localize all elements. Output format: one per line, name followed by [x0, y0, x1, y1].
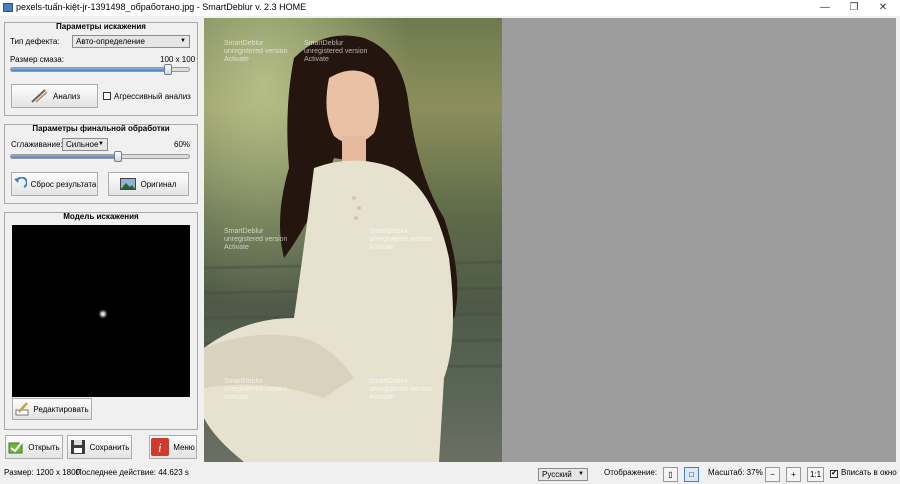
fit-window-label: Вписать в окно [841, 468, 897, 477]
display-label: Отображение: [604, 468, 658, 477]
window-title: pexels-tuấn-kiệt-jr-1391498_обработано.j… [16, 2, 307, 12]
split-view-icon[interactable]: □ [684, 467, 699, 482]
chevron-down-icon: ▼ [180, 38, 186, 44]
final-processing-title: Параметры финальной обработки [32, 124, 170, 133]
open-folder-icon [8, 441, 24, 454]
smoothing-slider-thumb[interactable] [114, 151, 122, 162]
watermark-action: Activate [224, 244, 249, 251]
canvas-background [502, 18, 896, 462]
zoom-label: Масштаб: 37% [708, 468, 763, 477]
smoothing-label: Сглаживание: [11, 140, 63, 149]
original-button[interactable]: Оригинал [108, 172, 189, 196]
language-select[interactable]: Русский ▼ [538, 468, 588, 481]
zoom-in-icon[interactable]: + [786, 467, 801, 482]
app-icon [3, 3, 13, 12]
smoothing-value: Сильное [66, 140, 99, 149]
last-action-text: Последнее действие: 44.623 s [76, 468, 189, 477]
watermark-subtext: unregistered version [224, 386, 288, 393]
aggressive-analysis-checkbox[interactable] [103, 92, 111, 100]
image-icon [120, 178, 137, 190]
edit-button[interactable]: Редактировать [12, 398, 92, 420]
save-button[interactable]: Сохранить [67, 435, 132, 459]
watermark-action: Activate [369, 244, 394, 251]
watermark-subtext: unregistered version [369, 386, 433, 393]
chevron-down-icon: ▼ [578, 471, 584, 477]
watermark-action: Activate [224, 394, 249, 401]
watermark-brand: SmartDeblur [224, 228, 264, 235]
menu-button[interactable]: i Меню [149, 435, 197, 459]
zoom-out-icon[interactable]: − [765, 467, 780, 482]
watermark: SmartDeblur unregistered version Activat… [224, 228, 287, 252]
title-bar: pexels-tuấn-kiệt-jr-1391498_обработано.j… [0, 0, 900, 16]
smoothing-percent: 60% [174, 140, 191, 149]
info-icon: i [151, 438, 170, 456]
watermark: SmartDeblur unregistered version Activat… [224, 40, 287, 64]
fit-window-checkbox[interactable]: ✔ [830, 470, 838, 478]
original-label: Оригинал [140, 179, 177, 189]
watermark: SmartDeblur unregistered version Activat… [304, 40, 367, 64]
reset-result-button[interactable]: Сброс результата [11, 172, 98, 196]
chevron-down-icon: ▼ [98, 141, 104, 147]
reset-result-label: Сброс результата [30, 179, 97, 189]
language-value: Русский [542, 470, 572, 479]
watermark-brand: SmartDeblur [304, 40, 344, 47]
distortion-model-title: Модель искажения [63, 212, 139, 221]
edit-button-label: Редактировать [33, 404, 89, 414]
open-button[interactable]: Открыть [5, 435, 63, 459]
watermark-action: Activate [304, 56, 329, 63]
watermark-subtext: unregistered version [304, 48, 368, 55]
watermark-brand: SmartDeblur [224, 40, 264, 47]
defect-type-select[interactable]: Авто-определение ▼ [72, 35, 190, 48]
save-button-label: Сохранить [89, 442, 130, 452]
analyze-button-label: Анализ [52, 91, 80, 101]
watermark: SmartDeblur unregistered version Activat… [224, 378, 287, 402]
watermark-subtext: unregistered version [369, 236, 433, 243]
single-view-icon[interactable]: ▯ [663, 467, 678, 482]
blur-size-label: Размер смаза: [10, 55, 64, 64]
image-preview[interactable]: SmartDeblur unregistered version Activat… [204, 18, 502, 462]
watermark-action: Activate [369, 394, 394, 401]
blur-kernel-preview [12, 225, 190, 397]
smoothing-slider-fill [11, 155, 118, 158]
defect-type-label: Тип дефекта: [10, 37, 60, 46]
watermark-brand: SmartDeblur [369, 228, 409, 235]
kernel-point [98, 309, 108, 319]
blur-size-value: 100 x 100 [160, 55, 196, 64]
smoothing-select[interactable]: Сильное ▼ [62, 138, 108, 151]
restore-icon[interactable]: ❐ [839, 0, 869, 16]
svg-text:i: i [158, 440, 162, 455]
status-bar: Размер: 1200 x 1800 Последнее действие: … [0, 464, 900, 484]
watermark: SmartDeblur unregistered version Activat… [369, 228, 432, 252]
menu-button-label: Меню [173, 442, 195, 452]
pencil-icon [15, 402, 29, 416]
blur-size-slider-thumb[interactable] [164, 64, 173, 75]
image-size-text: Размер: 1200 x 1800 [4, 468, 80, 477]
open-button-label: Открыть [28, 442, 60, 452]
undo-icon [13, 177, 27, 188]
smoothing-slider[interactable] [10, 154, 190, 159]
close-icon[interactable]: ✕ [868, 0, 898, 16]
watermark-subtext: unregistered version [224, 236, 288, 243]
watermark: SmartDeblur unregistered version Activat… [369, 378, 432, 402]
defect-type-value: Авто-определение [76, 37, 145, 46]
blur-size-slider-fill [11, 68, 168, 71]
analyze-button[interactable]: Анализ [11, 84, 98, 108]
magic-wand-icon [31, 89, 48, 103]
watermark-brand: SmartDeblur [224, 378, 264, 385]
watermark-brand: SmartDeblur [369, 378, 409, 385]
watermark-subtext: unregistered version [224, 48, 288, 55]
zoom-1to1-button[interactable]: 1:1 [807, 467, 824, 482]
minimize-icon[interactable]: — [810, 0, 840, 16]
floppy-disk-icon [70, 440, 85, 454]
blur-size-slider[interactable] [10, 67, 190, 72]
watermark-action: Activate [224, 56, 249, 63]
aggressive-analysis-label: Агрессивный анализ [114, 92, 191, 101]
distortion-params-title: Параметры искажения [56, 22, 146, 31]
